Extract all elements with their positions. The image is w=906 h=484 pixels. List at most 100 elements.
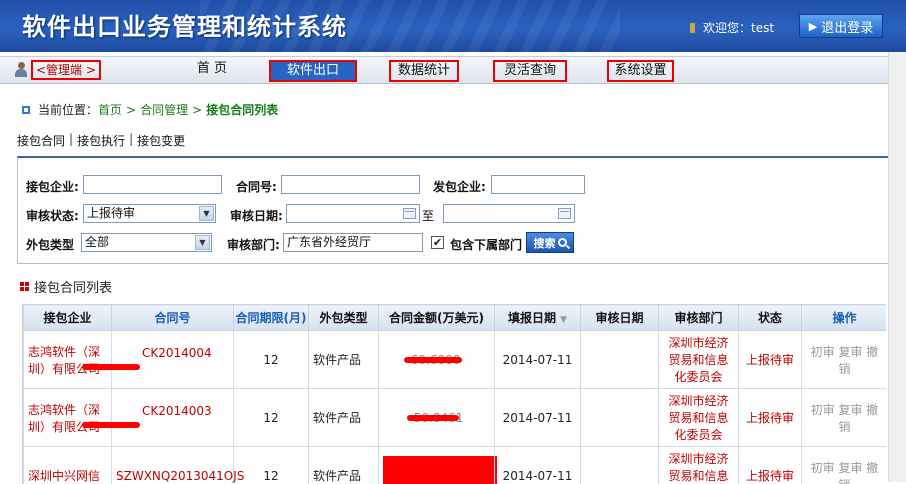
col-header-fill-date[interactable]: 填报日期 ▼ xyxy=(495,305,581,331)
search-panel: 接包企业: 合同号: 发包企业: 审核状态: 上报待审 ▼ 审核日期: 至 外包… xyxy=(17,156,891,264)
chevron-right-icon: > xyxy=(192,103,202,117)
search-icon xyxy=(558,238,567,247)
calendar-icon[interactable] xyxy=(558,208,571,219)
cell-fill-date: 2014-07-11 xyxy=(495,331,581,389)
tab-execution[interactable]: 接包执行 xyxy=(77,132,125,149)
cell-status: 上报待审 xyxy=(739,331,802,389)
redaction-mark xyxy=(82,422,140,428)
outsource-type-select[interactable]: 全部 ▼ xyxy=(81,233,212,252)
app-header: 软件出口业务管理和统计系统 欢迎您：test ▶ 退出登录 xyxy=(0,0,906,52)
breadcrumb-label: 当前位置 xyxy=(38,101,86,118)
col-header-operations: 操作 xyxy=(802,305,887,331)
welcome-text: 欢迎您：test xyxy=(703,19,774,36)
cell-contract-no[interactable]: CK2014003 xyxy=(112,389,234,447)
audit-date-from-input[interactable] xyxy=(286,204,420,223)
cell-company[interactable]: 深圳中兴网信 xyxy=(24,447,112,484)
logout-button[interactable]: ▶ 退出登录 xyxy=(799,14,883,38)
date-to-label: 至 xyxy=(422,207,434,224)
fill-date-header-label: 填报日期 xyxy=(508,311,556,325)
main-navbar: <管理端 > 首 页 软件出口 数据统计 灵活查询 系统设置 xyxy=(0,56,888,84)
person-icon xyxy=(14,62,28,78)
audit-date-label: 审核日期: xyxy=(230,207,283,224)
include-sub-label: 包含下属部门 xyxy=(450,236,522,253)
table-row: 志鸿软件（深圳）有限公司 CK2014003 12 软件产品 50.8461 2… xyxy=(24,389,887,447)
sort-down-icon: ▼ xyxy=(560,315,567,325)
nav-system-settings[interactable]: 系统设置 xyxy=(607,60,674,82)
breadcrumb-home[interactable]: 首页 xyxy=(98,101,122,118)
location-icon xyxy=(22,106,30,114)
table-header-row: 接包企业 合同号 合同期限(月) 外包类型 合同金额(万美元) 填报日期 ▼ 审… xyxy=(24,305,887,331)
col-header-contractor: 接包企业 xyxy=(24,305,112,331)
welcome-message: 欢迎您：test xyxy=(690,19,774,36)
redaction-mark xyxy=(407,415,459,421)
cell-amount xyxy=(379,447,495,484)
audit-date-to-input[interactable] xyxy=(443,204,575,223)
nav-software-export[interactable]: 软件出口 xyxy=(269,60,357,82)
col-header-term[interactable]: 合同期限(月) xyxy=(234,305,309,331)
vertical-scrollbar[interactable] xyxy=(888,52,906,482)
outsource-type-value: 全部 xyxy=(85,235,109,249)
app-title: 软件出口业务管理和统计系统 xyxy=(22,7,347,42)
cell-amount: 60.6000 xyxy=(379,331,495,389)
tab-divider: | xyxy=(129,132,133,149)
cell-operations[interactable]: 初审 复审 撤销 xyxy=(802,389,887,447)
cell-company[interactable]: 志鸿软件（深圳）有限公司 xyxy=(24,389,112,447)
col-header-outsource-type: 外包类型 xyxy=(309,305,379,331)
issuer-label: 发包企业: xyxy=(433,178,486,195)
audit-dept-label: 审核部门: xyxy=(227,236,280,253)
cell-term: 12 xyxy=(234,447,309,484)
contract-no-label: 合同号: xyxy=(236,178,277,195)
search-button[interactable]: 搜索 xyxy=(526,232,574,253)
redaction-mark xyxy=(404,357,462,363)
cell-type: 软件产品 xyxy=(309,331,379,389)
admin-label[interactable]: <管理端 > xyxy=(31,60,101,80)
nav-data-statistics[interactable]: 数据统计 xyxy=(389,60,459,82)
nav-flexible-query[interactable]: 灵活查询 xyxy=(493,60,567,82)
cell-audit-dept: 深圳市经济贸易和信息化委员会 xyxy=(659,389,739,447)
cell-type: 软件产品 xyxy=(309,389,379,447)
cell-company[interactable]: 志鸿软件（深圳）有限公司 xyxy=(24,331,112,389)
admin-indicator: <管理端 > xyxy=(14,60,101,80)
nav-home[interactable]: 首 页 xyxy=(180,60,244,82)
tab-divider: | xyxy=(69,132,73,149)
col-header-audit-date: 审核日期 xyxy=(581,305,659,331)
tab-change[interactable]: 接包变更 xyxy=(137,132,185,149)
cell-audit-dept: 深圳市经济贸易和信息化委员会 xyxy=(659,447,739,484)
logout-label: 退出登录 xyxy=(821,17,873,36)
calendar-icon[interactable] xyxy=(403,208,416,219)
contract-table: 接包企业 合同号 合同期限(月) 外包类型 合同金额(万美元) 填报日期 ▼ 审… xyxy=(23,304,886,484)
tab-contract[interactable]: 接包合同 xyxy=(17,132,65,149)
cell-audit-dept: 深圳市经济贸易和信息化委员会 xyxy=(659,331,739,389)
audit-status-select[interactable]: 上报待审 ▼ xyxy=(83,204,216,223)
cell-term: 12 xyxy=(234,331,309,389)
cell-contract-no[interactable]: SZWXNQ2013041OJS xyxy=(112,447,234,484)
cell-fill-date: 2014-07-11 xyxy=(495,447,581,484)
redaction-mark xyxy=(383,456,497,484)
include-sub-checkbox[interactable]: ✔ xyxy=(431,236,444,249)
cell-audit-date xyxy=(581,389,659,447)
cell-operations[interactable]: 初审 复审 撤销 xyxy=(802,331,887,389)
contract-no-text: CK2014003 xyxy=(142,404,212,418)
col-header-contract-no[interactable]: 合同号 xyxy=(112,305,234,331)
redaction-mark xyxy=(82,364,140,370)
cell-contract-no[interactable]: CK2014004 xyxy=(112,331,234,389)
outsource-type-label: 外包类型 xyxy=(26,236,74,253)
breadcrumb-contract-mgmt[interactable]: 合同管理 xyxy=(140,101,188,118)
col-header-amount: 合同金额(万美元) xyxy=(379,305,495,331)
search-button-label: 搜索 xyxy=(534,235,556,251)
chevron-down-icon: ▼ xyxy=(195,235,210,250)
user-icon xyxy=(690,23,695,33)
cell-amount: 50.8461 xyxy=(379,389,495,447)
audit-dept-input[interactable]: 广东省外经贸厅 xyxy=(283,233,423,252)
table-row: 志鸿软件（深圳）有限公司 CK2014004 12 软件产品 60.6000 2… xyxy=(24,331,887,389)
cell-term: 12 xyxy=(234,389,309,447)
arrow-right-icon: ▶ xyxy=(809,20,817,33)
cell-operations[interactable]: 初审 复审 撤销 xyxy=(802,447,887,484)
cell-audit-date xyxy=(581,331,659,389)
list-title: 接包合同列表 xyxy=(34,277,112,296)
contractor-label: 接包企业: xyxy=(26,178,79,195)
issuer-input[interactable] xyxy=(491,175,585,194)
contractor-input[interactable] xyxy=(83,175,222,194)
col-header-audit-dept: 审核部门 xyxy=(659,305,739,331)
contract-no-input[interactable] xyxy=(281,175,420,194)
